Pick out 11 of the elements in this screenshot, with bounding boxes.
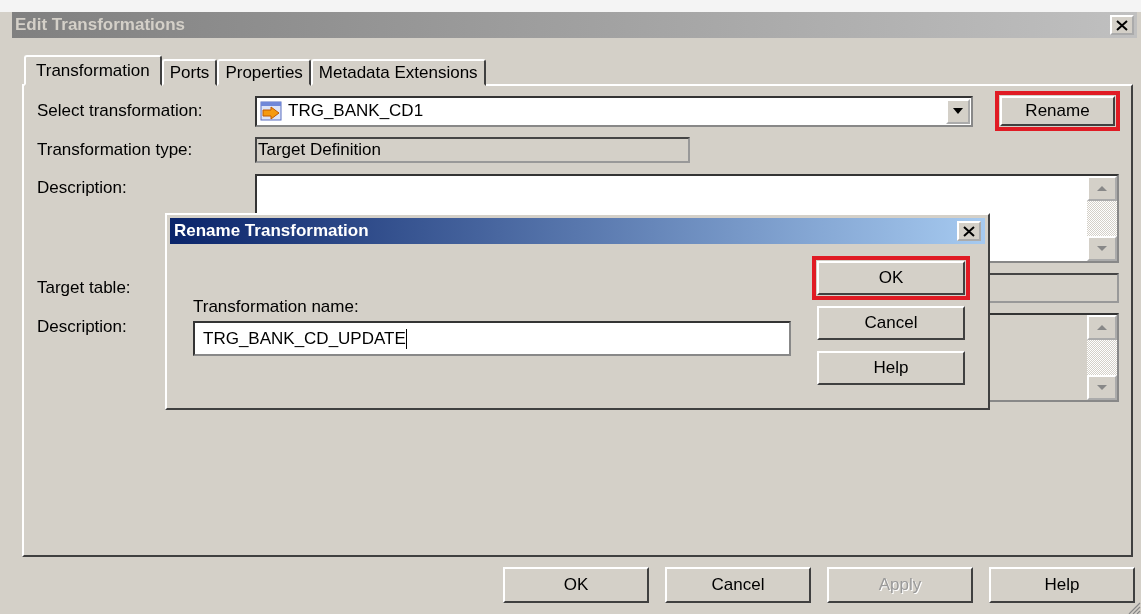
field-label: Transformation name: [193,297,360,317]
field-label: Target table: [37,278,132,298]
window-title: Edit Transformations [15,15,186,35]
field-label: Description: [37,317,128,337]
dropdown-value: TRG_BANK_CD1 [288,101,425,121]
field-label: Select transformation: [37,101,204,121]
field-label: Description: [37,178,128,198]
field-label: Transformation type: [37,140,194,160]
transformation-type-field: Target Definition [255,137,690,163]
dialog-title: Rename Transformation [174,221,369,241]
field-value: TRG_BANK_CD_UPDATE [203,328,406,349]
